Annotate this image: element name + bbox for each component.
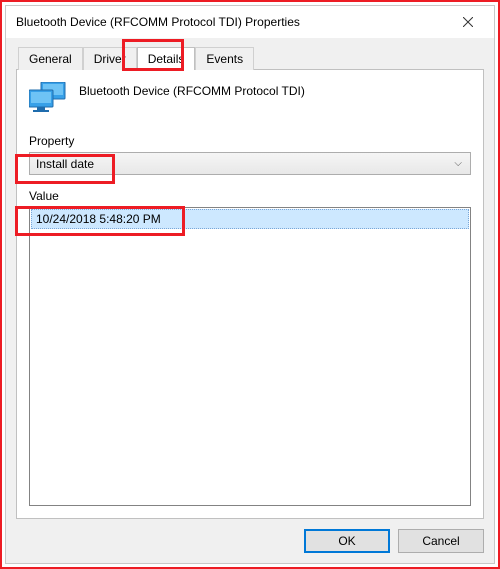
tab-general[interactable]: General xyxy=(18,47,83,70)
value-item[interactable]: 10/24/2018 5:48:20 PM xyxy=(31,209,469,229)
titlebar: Bluetooth Device (RFCOMM Protocol TDI) P… xyxy=(6,6,494,38)
property-dropdown-value: Install date xyxy=(36,157,94,171)
dialog-window: Bluetooth Device (RFCOMM Protocol TDI) P… xyxy=(5,5,495,564)
device-header-row: Bluetooth Device (RFCOMM Protocol TDI) xyxy=(29,82,471,116)
value-label: Value xyxy=(29,189,471,203)
content-area: General Driver Details Events Bluetooth … xyxy=(6,38,494,563)
property-dropdown[interactable]: Install date xyxy=(29,152,471,175)
close-button[interactable] xyxy=(446,7,490,37)
ok-button[interactable]: OK xyxy=(304,529,390,553)
annotation-outer-highlight: Bluetooth Device (RFCOMM Protocol TDI) P… xyxy=(0,0,500,569)
tab-body: Bluetooth Device (RFCOMM Protocol TDI) P… xyxy=(16,69,484,519)
cancel-button[interactable]: Cancel xyxy=(398,529,484,553)
tab-driver[interactable]: Driver xyxy=(83,47,137,70)
button-row: OK Cancel xyxy=(16,519,484,553)
tab-events[interactable]: Events xyxy=(195,47,254,70)
monitors-icon xyxy=(29,82,69,116)
tab-details[interactable]: Details xyxy=(137,47,196,70)
tab-strip: General Driver Details Events xyxy=(16,46,484,69)
property-label: Property xyxy=(29,134,471,148)
close-icon xyxy=(463,17,473,27)
device-name: Bluetooth Device (RFCOMM Protocol TDI) xyxy=(79,82,305,98)
window-title: Bluetooth Device (RFCOMM Protocol TDI) P… xyxy=(16,15,446,29)
value-listbox[interactable]: 10/24/2018 5:48:20 PM xyxy=(29,207,471,506)
